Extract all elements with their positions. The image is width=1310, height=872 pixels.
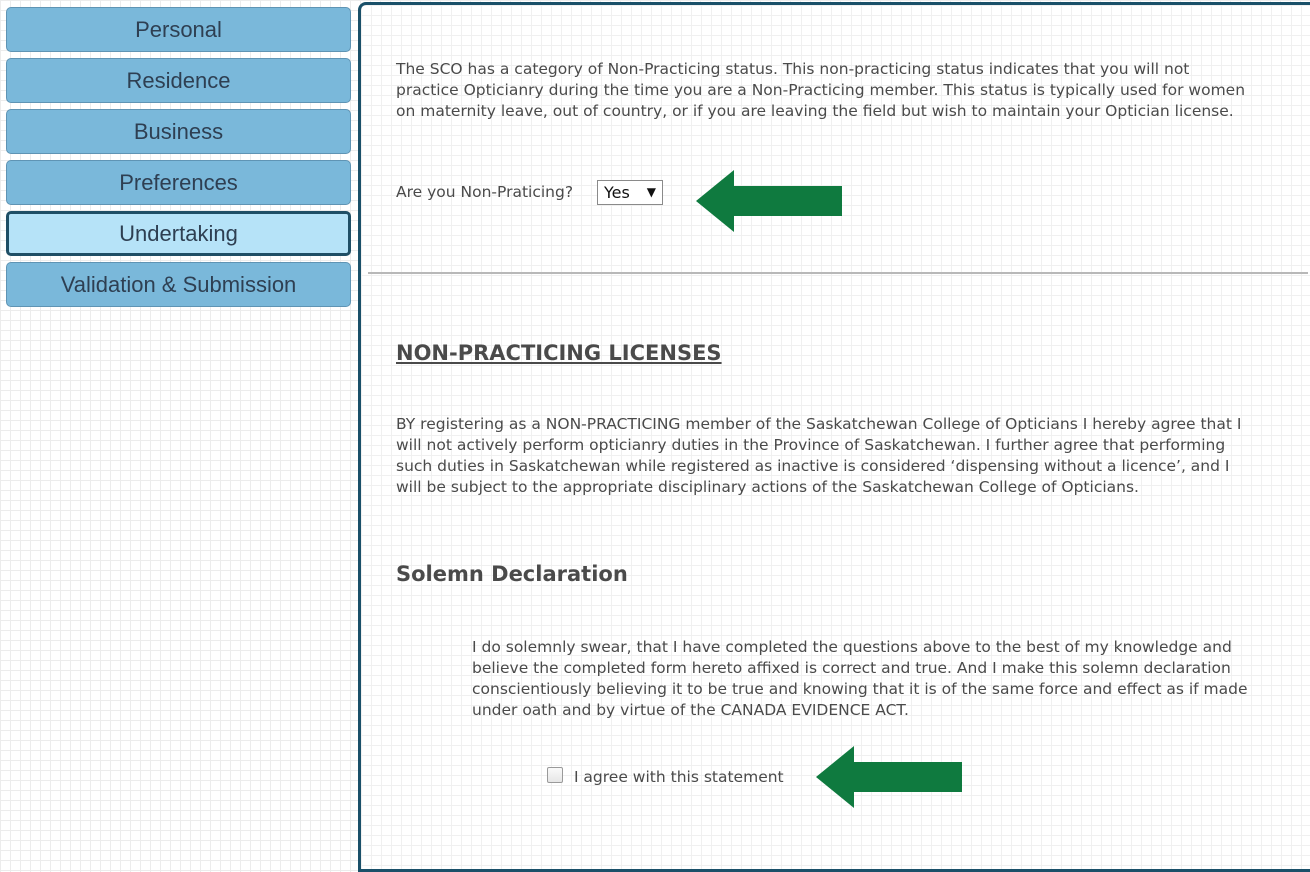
sidebar-item-validation-submission[interactable]: Validation & Submission xyxy=(6,262,351,307)
select-value: Yes xyxy=(604,183,630,202)
solemn-declaration-heading: Solemn Declaration xyxy=(396,562,628,586)
question-label: Are you Non-Praticing? xyxy=(396,183,574,201)
arrow-left-icon xyxy=(696,170,842,232)
non-practicing-question: Are you Non-Praticing? Yes ▼ xyxy=(396,180,663,205)
non-practicing-heading: NON-PRACTICING LICENSES xyxy=(396,341,722,365)
agree-checkbox[interactable] xyxy=(547,767,563,783)
dropdown-caret-icon: ▼ xyxy=(646,185,656,199)
sidebar-item-undertaking[interactable]: Undertaking xyxy=(6,211,351,256)
agree-row: I agree with this statement xyxy=(547,767,784,786)
declaration-text: I do solemnly swear, that I have complet… xyxy=(472,638,1248,719)
sidebar-item-personal[interactable]: Personal xyxy=(6,7,351,52)
sidebar-item-business[interactable]: Business xyxy=(6,109,351,154)
non-practicing-select[interactable]: Yes ▼ xyxy=(597,180,663,205)
sidebar-item-preferences[interactable]: Preferences xyxy=(6,160,351,205)
agree-label[interactable]: I agree with this statement xyxy=(574,768,784,786)
arrow-left-icon xyxy=(816,746,962,808)
sidebar-item-residence[interactable]: Residence xyxy=(6,58,351,103)
intro-text: The SCO has a category of Non-Practicing… xyxy=(396,60,1246,120)
non-practicing-text: BY registering as a NON-PRACTICING membe… xyxy=(396,415,1242,496)
section-divider xyxy=(368,272,1308,274)
main-panel: The SCO has a category of Non-Practicing… xyxy=(358,2,1310,872)
sidebar-nav: Personal Residence Business Preferences … xyxy=(6,7,351,313)
